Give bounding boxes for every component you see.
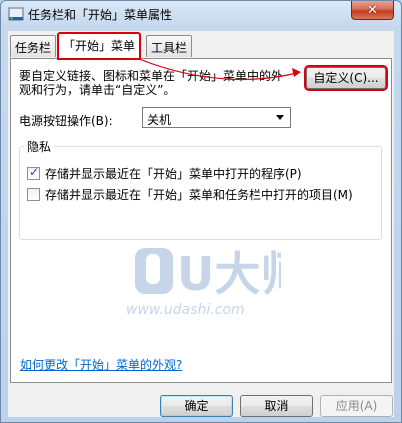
- udashi-watermark: U大师 www.udashi.com: [111, 244, 301, 334]
- properties-window: 任务栏和「开始」菜单属性 ✕ 任务栏 「开始」菜单 工具栏 要自定义链接、图标和…: [0, 0, 402, 423]
- title-bar[interactable]: 任务栏和「开始」菜单属性 ✕: [1, 1, 401, 27]
- privacy-group: 隐私 ✓ 存储并显示最近在「开始」菜单中打开的程序(P) 存储并显示最近在「开始…: [19, 138, 382, 240]
- privacy-group-title: 隐私: [24, 138, 55, 155]
- recent-programs-checkbox[interactable]: ✓: [27, 164, 40, 180]
- tab-taskbar[interactable]: 任务栏: [10, 35, 57, 57]
- tab-start-menu[interactable]: 「开始」菜单: [56, 32, 142, 60]
- cancel-button[interactable]: 取消: [240, 395, 313, 417]
- watermark-logo-text: U大师: [177, 247, 281, 299]
- recent-programs-label: 存储并显示最近在「开始」菜单中打开的程序(P): [45, 166, 302, 181]
- ok-button[interactable]: 确定: [160, 395, 233, 417]
- recent-items-option[interactable]: 存储并显示最近在「开始」菜单和任务栏中打开的项目(M): [27, 186, 353, 202]
- close-button[interactable]: ✕: [351, 1, 394, 20]
- power-button-value: 关机: [147, 113, 172, 127]
- taskbar-properties-icon: [8, 6, 24, 22]
- apply-button[interactable]: 应用(A): [320, 395, 393, 417]
- power-button-label: 电源按钮操作(B):: [19, 114, 113, 128]
- customize-description: 要自定义链接、图标和菜单在「开始」菜单中的外观和行为，请单击“自定义”。: [19, 69, 284, 97]
- recent-items-label: 存储并显示最近在「开始」菜单和任务栏中打开的项目(M): [45, 187, 353, 202]
- close-icon: ✕: [367, 2, 378, 18]
- start-menu-panel: 要自定义链接、图标和菜单在「开始」菜单中的外观和行为，请单击“自定义”。 自定义…: [10, 58, 392, 383]
- recent-programs-option[interactable]: ✓ 存储并显示最近在「开始」菜单中打开的程序(P): [27, 165, 302, 181]
- dialog-client: 任务栏 「开始」菜单 工具栏 要自定义链接、图标和菜单在「开始」菜单中的外观和行…: [8, 31, 394, 417]
- window-title: 任务栏和「开始」菜单属性: [28, 8, 173, 22]
- recent-items-checkbox[interactable]: [27, 187, 40, 201]
- customize-button[interactable]: 自定义(C)...: [304, 65, 388, 91]
- udashi-logo: U大师: [135, 247, 281, 299]
- checkmark-icon: ✓: [29, 164, 40, 179]
- tab-toolbars[interactable]: 工具栏: [146, 35, 193, 57]
- watermark-url: www.udashi.com: [126, 302, 245, 318]
- start-menu-help-link[interactable]: 如何更改「开始」菜单的外观?: [20, 356, 182, 373]
- chevron-down-icon: [276, 115, 284, 120]
- power-button-select[interactable]: 关机: [142, 107, 291, 128]
